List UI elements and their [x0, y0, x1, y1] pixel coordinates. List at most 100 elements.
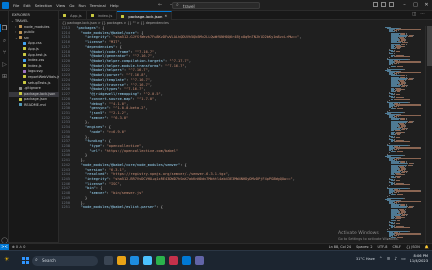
json-key: "semver" [89, 115, 107, 120]
minimap-mark [396, 47, 401, 49]
file-tree: ⌄TRAVEL › node_modules › public ⌄ src App.css Ap… [9, 19, 59, 109]
window-controls: – □ ✕ [399, 0, 432, 11]
code-editor[interactable]: 1213 "packages": {1214 "node_modules/@ba… [59, 26, 381, 243]
json-key: "@babel/helper-module-transforms" [89, 63, 161, 68]
git-file-icon [19, 86, 22, 90]
json-key: "bin" [84, 186, 96, 191]
volume-icon[interactable]: ♪ [394, 257, 397, 262]
menu-item-help[interactable]: Help [110, 3, 119, 8]
code-line[interactable]: 1251 "node_modules/@babel/eslint-parser"… [59, 205, 381, 210]
json-key: "integrity" [84, 177, 109, 181]
minimap-mark [403, 111, 405, 113]
menu-item-file[interactable]: File [13, 3, 19, 8]
json-punct: , [119, 40, 122, 45]
menu-item-selection[interactable]: Selection [35, 3, 53, 8]
json-key: "integrity" [84, 35, 109, 40]
more-actions-icon[interactable]: ⋯ [420, 12, 425, 17]
battery-icon[interactable]: ▭ [401, 257, 405, 262]
json-punct: , [184, 63, 187, 68]
minimize-icon[interactable]: – [399, 0, 410, 11]
json-punct: , [188, 59, 192, 64]
json-file-icon [19, 92, 22, 96]
source-control-icon[interactable]: ⑂ [1, 49, 8, 56]
extensions-icon[interactable]: ⊞ [1, 73, 8, 80]
tree-file[interactable]: README.md [9, 103, 59, 109]
minimap-mark [401, 129, 406, 131]
menu-item-edit[interactable]: Edit [23, 3, 30, 8]
files-icon[interactable]: ❐ [1, 25, 8, 32]
tray-chevron-icon[interactable]: ⌃ [379, 257, 383, 262]
toggle-panel-icon[interactable] [381, 2, 386, 7]
tree-item-label: App.test.js [28, 52, 47, 57]
title-bar: File Edit Selection View Go Run Terminal Help ←… [0, 0, 432, 11]
minimap-mark [396, 65, 404, 67]
minimap-mark [408, 58, 410, 60]
minimap-mark [395, 233, 421, 235]
vertical-scrollbar[interactable] [425, 26, 432, 243]
json-punct: }, [84, 120, 90, 125]
json-key: "resolved" [84, 172, 107, 177]
edge-browser-icon[interactable] [130, 256, 139, 265]
line-number: 1251 [61, 205, 70, 210]
img-file-icon [23, 69, 26, 73]
json-punct: }, [80, 158, 85, 163]
json-punct: : { [136, 30, 144, 35]
menu-item-view[interactable]: View [56, 3, 65, 8]
taskbar-search[interactable]: ⌕ Search [32, 256, 98, 266]
minimap-mark [395, 141, 411, 143]
editor-tab[interactable]: App.js [59, 11, 87, 20]
json-string: "ISC" [108, 181, 120, 186]
json-punct: : { [104, 125, 111, 130]
command-center-search[interactable]: ⌕ travel [172, 2, 260, 9]
close-icon[interactable]: ✕ [421, 0, 432, 11]
store-icon[interactable] [143, 256, 152, 265]
json-string: "MIT" [108, 40, 120, 45]
run-debug-icon[interactable]: ▷ [1, 61, 8, 68]
task-view-icon[interactable] [104, 256, 113, 265]
json-key: "type" [89, 143, 103, 148]
minimap-mark [391, 194, 395, 196]
json-punct: , [126, 101, 129, 106]
vscode-taskbar-icon[interactable] [182, 256, 191, 265]
minimap-mark [407, 78, 412, 80]
tree-item-label: node_modules [24, 24, 50, 29]
minimap-mark [395, 179, 400, 181]
search-icon[interactable]: ⌕ [1, 37, 8, 44]
json-string: "opencollective" [106, 143, 142, 148]
start-button[interactable] [22, 257, 29, 264]
json-punct: , [149, 77, 153, 82]
app-icon[interactable] [169, 256, 178, 265]
split-editor-icon[interactable]: ◫ [412, 12, 416, 17]
clock[interactable]: 8:06 PM 11/4/2023 [410, 254, 428, 264]
chrome-browser-icon[interactable] [156, 256, 165, 265]
editor-tab[interactable]: index.js [87, 11, 118, 20]
file-explorer-icon[interactable] [117, 256, 126, 265]
toggle-sidebar-icon[interactable] [373, 2, 378, 7]
maximize-icon[interactable]: □ [410, 0, 421, 11]
json-punct: , [152, 54, 155, 59]
wifi-icon[interactable]: ≋ [387, 257, 391, 262]
tree-item-label: package.json [24, 97, 48, 102]
js-file-icon [23, 53, 26, 57]
minimap-mark [403, 154, 405, 156]
js-file-icon [63, 14, 66, 17]
weather-icon[interactable]: ☀ [4, 256, 18, 266]
minimap[interactable] [381, 26, 425, 243]
search-icon: ⌕ [176, 2, 179, 8]
json-punct: , [119, 181, 122, 186]
scrollbar-thumb[interactable] [427, 26, 432, 66]
weather-temperature[interactable]: 31°C Haze [356, 257, 375, 261]
tree-item-label: reportWebVitals.js [28, 74, 59, 79]
menu-item-go[interactable]: Go [69, 3, 74, 8]
json-punct: , [160, 92, 163, 97]
minimap-mark [408, 144, 410, 146]
menu-item-terminal[interactable]: Terminal [90, 3, 106, 8]
minimap-mark [395, 55, 411, 57]
menu-item-run[interactable]: Run [79, 3, 86, 8]
minimap-mark [408, 187, 410, 189]
editor-tab[interactable]: package-lock.json ✕ [117, 11, 173, 20]
toggle-secondary-sidebar-icon[interactable] [389, 2, 394, 7]
explorer-sidebar: EXPLORER ⌄TRAVEL › node_modules › public ⌄ src… [9, 11, 59, 261]
teams-icon[interactable] [195, 256, 204, 265]
minimap-mark [401, 43, 406, 45]
